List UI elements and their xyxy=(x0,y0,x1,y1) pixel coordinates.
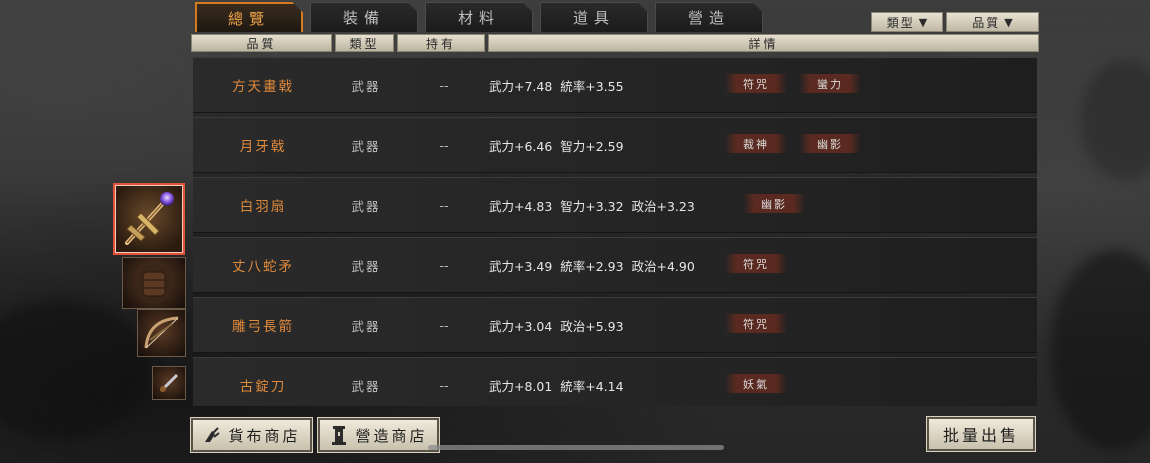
currency-shop-icon xyxy=(205,427,221,442)
currency-shop-label: 貨布商店 xyxy=(228,426,301,445)
type-filter-label: 類型 xyxy=(886,15,915,30)
type-filter-dropdown[interactable]: 類型 ▼ xyxy=(871,12,943,32)
item-type: 武器 xyxy=(351,258,381,274)
chevron-down-icon: ▼ xyxy=(1004,15,1013,29)
item-thumbnail[interactable] xyxy=(152,366,186,400)
table-row[interactable]: 白羽扇 武器 -- 武力+4.83 智力+3.32 政治+3.23 幽影 xyxy=(193,177,1037,233)
home-indicator[interactable] xyxy=(428,445,724,450)
item-name: 白羽扇 xyxy=(239,199,287,215)
item-type: 武器 xyxy=(351,198,381,214)
item-owned: -- xyxy=(439,77,449,93)
item-tag: 符咒 xyxy=(725,314,787,333)
item-table[interactable]: 方天畫戟 武器 -- 武力+7.48 統率+3.55 符咒 蠻力 月牙戟 武器 … xyxy=(193,57,1037,406)
quality-filter-label: 品質 xyxy=(972,15,1001,30)
item-tag: 幽影 xyxy=(799,134,861,153)
tab-construction[interactable]: 營造 xyxy=(655,2,763,32)
tab-equipment[interactable]: 裝備 xyxy=(310,2,418,32)
item-type: 武器 xyxy=(351,138,381,154)
column-header-owned[interactable]: 持有 xyxy=(397,34,485,52)
table-row[interactable]: 方天畫戟 武器 -- 武力+7.48 統率+3.55 符咒 蠻力 xyxy=(193,57,1037,113)
item-thumbnail[interactable] xyxy=(122,257,186,309)
item-details: 武力+3.04 政治+5.93 xyxy=(489,318,624,334)
item-tag: 幽影 xyxy=(743,194,805,213)
tower-icon xyxy=(332,426,347,445)
column-header-details[interactable]: 詳情 xyxy=(488,34,1039,52)
item-thumbnail[interactable] xyxy=(137,309,186,357)
ink-decoration xyxy=(1080,60,1150,180)
ink-decoration xyxy=(1050,250,1150,450)
item-details: 武力+4.83 智力+3.32 政治+3.23 xyxy=(489,198,695,214)
table-row[interactable]: 雕弓長箭 武器 -- 武力+3.04 政治+5.93 符咒 xyxy=(193,297,1037,353)
item-details: 武力+7.48 統率+3.55 xyxy=(489,78,624,94)
armor-icon xyxy=(136,264,172,304)
tab-overview[interactable]: 總覽 xyxy=(195,2,303,32)
column-header-quality[interactable]: 品質 xyxy=(191,34,332,52)
quality-filter-dropdown[interactable]: 品質 ▼ xyxy=(946,12,1039,32)
item-type: 武器 xyxy=(351,318,381,334)
item-details: 武力+3.49 統率+2.93 政治+4.90 xyxy=(489,258,695,274)
item-tag: 符咒 xyxy=(725,74,787,93)
item-details: 武力+6.46 智力+2.59 xyxy=(489,138,624,154)
currency-shop-button[interactable]: 貨布商店 xyxy=(190,417,313,453)
item-owned: -- xyxy=(439,317,449,333)
tab-items[interactable]: 道具 xyxy=(540,2,648,32)
item-owned: -- xyxy=(439,377,449,393)
item-owned: -- xyxy=(439,197,449,213)
item-tag: 蠻力 xyxy=(799,74,861,93)
item-owned: -- xyxy=(439,137,449,153)
item-name: 月牙戟 xyxy=(239,139,287,155)
item-name: 丈八蛇矛 xyxy=(232,259,294,275)
bulk-sell-button[interactable]: 批量出售 xyxy=(926,416,1036,452)
table-row[interactable]: 古錠刀 武器 -- 武力+8.01 統率+4.14 妖氣 xyxy=(193,357,1037,406)
ink-decoration xyxy=(0,300,150,440)
table-row[interactable]: 丈八蛇矛 武器 -- 武力+3.49 統率+2.93 政治+4.90 符咒 xyxy=(193,237,1037,293)
column-header-type[interactable]: 類型 xyxy=(335,34,394,52)
bow-icon xyxy=(144,316,179,349)
item-tag: 裁神 xyxy=(725,134,787,153)
table-row[interactable]: 月牙戟 武器 -- 武力+6.46 智力+2.59 裁神 幽影 xyxy=(193,117,1037,173)
item-type: 武器 xyxy=(351,78,381,94)
item-owned: -- xyxy=(439,257,449,273)
item-name: 方天畫戟 xyxy=(232,79,294,95)
item-name: 古錠刀 xyxy=(239,379,287,395)
item-name: 雕弓長箭 xyxy=(232,319,294,335)
blade-icon xyxy=(159,373,179,393)
construction-shop-button[interactable]: 營造商店 xyxy=(317,417,440,453)
item-thumbnail-selected[interactable] xyxy=(113,183,185,255)
fan-weapon-icon xyxy=(125,192,174,245)
construction-shop-label: 營造商店 xyxy=(355,426,428,445)
tab-materials[interactable]: 材料 xyxy=(425,2,533,32)
item-type: 武器 xyxy=(351,378,381,394)
item-details: 武力+8.01 統率+4.14 xyxy=(489,378,624,394)
item-tag: 妖氣 xyxy=(725,374,787,393)
item-tag: 符咒 xyxy=(725,254,787,273)
chevron-down-icon: ▼ xyxy=(918,15,928,29)
